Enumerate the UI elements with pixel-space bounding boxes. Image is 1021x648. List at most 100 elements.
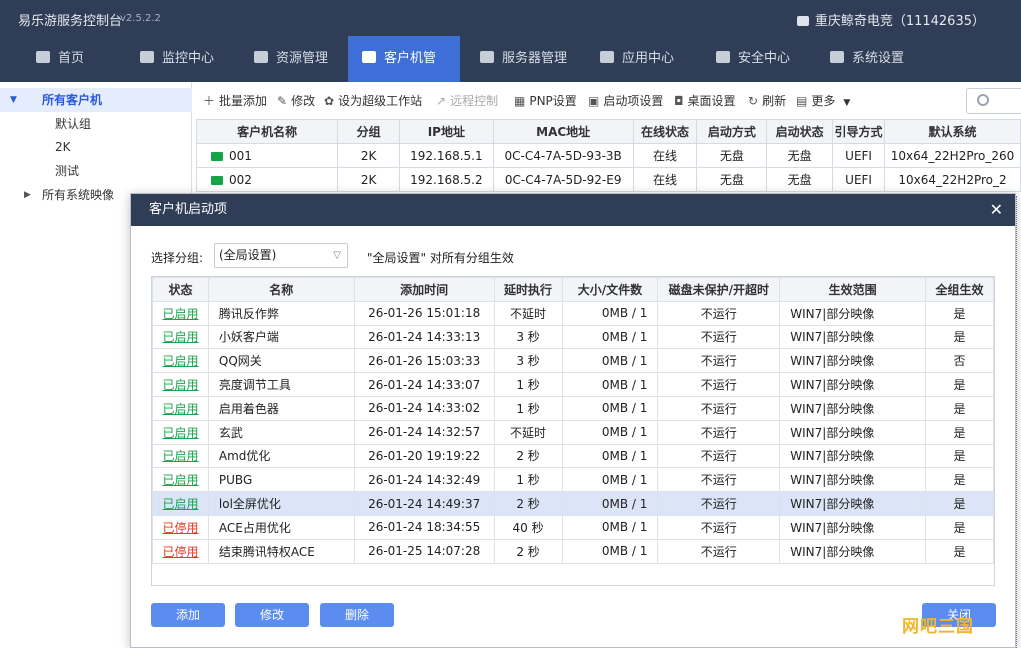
table-cell: 不运行 bbox=[657, 348, 781, 374]
modify-button[interactable]: 修改 bbox=[235, 603, 309, 627]
dialog-header: 客户机启动项 bbox=[131, 194, 1015, 226]
table-cell: 不运行 bbox=[657, 514, 781, 540]
startup-item-row[interactable]: 已启用 玄武 26-01-24 14:32:57 不延时 0MB / 1 不运行 WIN7|… bbox=[152, 419, 994, 445]
edit-button[interactable]: ✎ 修改 bbox=[277, 92, 315, 109]
tree-group-default[interactable]: 默认组 bbox=[0, 112, 192, 136]
table-cell: 3 秒 bbox=[493, 324, 563, 350]
tab-security[interactable]: 安全中心 bbox=[702, 36, 804, 82]
app-title: 易乐游服务控制台 bbox=[18, 14, 123, 29]
title-bar: 易乐游服务控制台 v2.5.2.2 重庆鲸奇电竞（11142635） bbox=[0, 0, 1021, 36]
table-cell: 不运行 bbox=[657, 324, 781, 350]
status-toggle-link[interactable]: 已启用 bbox=[162, 307, 198, 321]
status-toggle-link[interactable]: 已启用 bbox=[162, 497, 198, 511]
table-cell: 0MB / 1 bbox=[561, 419, 659, 445]
group-select[interactable]: (全局设置) ▽ bbox=[214, 243, 348, 268]
column-header[interactable]: 全组生效 bbox=[925, 277, 994, 302]
tab-home[interactable]: 首页 bbox=[22, 36, 98, 82]
startup-item-row[interactable]: 已启用 亮度调节工具 26-01-24 14:33:07 1 秒 0MB / 1 不运行 W… bbox=[152, 372, 994, 397]
table-row[interactable]: 002 2K 192.168.5.2 0C-C4-7A-5D-92-E9 在线 无盘 无盘 U… bbox=[195, 167, 1021, 192]
column-header[interactable]: 大小/文件数 bbox=[561, 277, 659, 302]
desktop-settings-button[interactable]: ◘ 桌面设置 bbox=[674, 92, 736, 109]
status-toggle-link[interactable]: 已停用 bbox=[162, 521, 198, 535]
table-cell: 0MB / 1 bbox=[561, 491, 659, 516]
refresh-button[interactable]: ↻ 刷新 bbox=[748, 92, 786, 109]
table-cell: ACE占用优化 bbox=[207, 514, 355, 540]
main-nav: 首页 监控中心 资源管理 客户机管理 服务器管理 应用中心 安全中心 系统设置 bbox=[0, 36, 1021, 112]
startup-item-row[interactable]: 已停用 ACE占用优化 26-01-24 18:34:55 40 秒 0MB / 1 不运… bbox=[152, 514, 994, 540]
startup-item-row[interactable]: 已启用 QQ网关 26-01-26 15:03:33 3 秒 0MB / 1 不运行 WIN… bbox=[152, 348, 994, 374]
status-toggle-link[interactable]: 已启用 bbox=[162, 330, 198, 344]
user-account[interactable]: 重庆鲸奇电竞（11142635） bbox=[796, 10, 985, 29]
table-cell: 不运行 bbox=[657, 419, 781, 445]
startup-item-row[interactable]: 已停用 结束腾讯特权ACE 26-01-25 14:07:28 2 秒 0MB / 1不… bbox=[152, 538, 994, 564]
table-row[interactable]: 001 2K 192.168.5.1 0C-C4-7A-5D-93-3B 在线 无盘 无盘 U… bbox=[195, 143, 1021, 168]
table-cell: 26-01-24 14:33:07 bbox=[353, 372, 495, 397]
tree-group-2k[interactable]: 2K bbox=[0, 135, 192, 159]
tree-all-clients[interactable]: ▼ 所有客户机 bbox=[0, 88, 192, 112]
column-header[interactable]: 添加时间 bbox=[353, 277, 495, 302]
status-toggle-link[interactable]: 已启用 bbox=[162, 449, 198, 463]
startup-item-row[interactable]: 已启用 启用着色器 26-01-24 14:33:02 1 秒 0MB / 1 不运行 WI… bbox=[152, 395, 994, 421]
table-cell: 是 bbox=[925, 419, 994, 445]
table-cell: 0C-C4-7A-5D-93-3B bbox=[492, 143, 634, 168]
set-super-workstation-button[interactable]: ✿ 设为超级工作站 bbox=[324, 92, 422, 109]
startup-item-row[interactable]: 已启用 lol全屏优化 26-01-24 14:49:37 2 秒 0MB / 1 不运行… bbox=[152, 491, 994, 516]
close-icon[interactable]: ✕ bbox=[990, 200, 1003, 219]
column-header[interactable]: MAC地址 bbox=[492, 119, 634, 144]
startup-item-row[interactable]: 已启用 腾讯反作弊 26-01-26 15:01:18 不延时 0MB / 1 不运行 WI… bbox=[152, 300, 994, 326]
column-header[interactable]: 分组 bbox=[337, 119, 400, 144]
status-cell: 已启用 bbox=[152, 467, 209, 493]
table-cell: 0MB / 1 bbox=[561, 443, 659, 469]
column-header[interactable]: 客户机名称 bbox=[195, 119, 339, 144]
column-header[interactable]: 磁盘未保护/开超时 bbox=[657, 277, 781, 302]
column-header[interactable]: 状态 bbox=[152, 277, 209, 302]
tab-server-management[interactable]: 服务器管理 bbox=[466, 36, 581, 82]
table-cell: 是 bbox=[925, 514, 994, 540]
column-header[interactable]: IP地址 bbox=[398, 119, 494, 144]
status-toggle-link[interactable]: 已启用 bbox=[162, 378, 198, 392]
column-header[interactable]: 在线状态 bbox=[632, 119, 698, 144]
status-toggle-link[interactable]: 已启用 bbox=[162, 354, 198, 368]
table-cell: 不延时 bbox=[493, 300, 563, 326]
tab-resources[interactable]: 资源管理 bbox=[240, 36, 342, 82]
table-cell: UEFI bbox=[832, 143, 886, 168]
table-cell: 10x64_22H2Pro_260 bbox=[884, 143, 1021, 168]
startup-item-row[interactable]: 已启用 小妖客户端 26-01-24 14:33:13 3 秒 0MB / 1 不运行 WI… bbox=[152, 324, 994, 350]
tab-client-management[interactable]: 客户机管理 bbox=[348, 36, 460, 112]
status-toggle-link[interactable]: 已启用 bbox=[162, 473, 198, 487]
tab-settings[interactable]: 系统设置 bbox=[816, 36, 918, 82]
tab-monitor[interactable]: 监控中心 bbox=[126, 36, 228, 82]
column-header[interactable]: 名称 bbox=[207, 277, 355, 302]
delete-button[interactable]: 删除 bbox=[320, 603, 394, 627]
add-button[interactable]: 添加 bbox=[151, 603, 225, 627]
expand-arrow-icon[interactable]: ▼ bbox=[10, 88, 17, 112]
collapse-arrow-icon[interactable]: ▶ bbox=[24, 183, 31, 207]
table-cell: 26-01-24 18:34:55 bbox=[353, 514, 495, 540]
column-header[interactable]: 启动方式 bbox=[696, 119, 768, 144]
search-box[interactable] bbox=[966, 88, 1021, 114]
tree-group-test[interactable]: 测试 bbox=[0, 159, 192, 183]
status-toggle-link[interactable]: 已启用 bbox=[162, 402, 198, 416]
status-toggle-link[interactable]: 已停用 bbox=[162, 545, 198, 559]
startup-item-row[interactable]: 已启用 PUBG 26-01-24 14:32:49 1 秒 0MB / 1 不运行 WIN… bbox=[152, 467, 994, 493]
gear-icon bbox=[830, 51, 844, 63]
batch-add-button[interactable]: ＋批量添加 bbox=[203, 92, 267, 109]
more-button[interactable]: ▤ 更多 ▼ bbox=[796, 92, 850, 109]
column-header[interactable]: 生效范围 bbox=[779, 277, 927, 302]
pnp-settings-button[interactable]: ▦ PNP设置 bbox=[514, 92, 577, 109]
table-cell: 是 bbox=[925, 443, 994, 469]
startup-item-row[interactable]: 已启用 Amd优化 26-01-20 19:19:22 2 秒 0MB / 1 不运行 WI… bbox=[152, 443, 994, 469]
status-toggle-link[interactable]: 已启用 bbox=[162, 426, 198, 440]
table-cell: 0MB / 1 bbox=[561, 538, 659, 564]
column-header[interactable]: 默认系统 bbox=[884, 119, 1021, 144]
startup-settings-button[interactable]: ▣ 启动项设置 bbox=[588, 92, 663, 109]
table-cell: 1 秒 bbox=[493, 467, 563, 493]
table-cell: 是 bbox=[925, 372, 994, 397]
computer-icon bbox=[211, 151, 223, 161]
gamepad-icon bbox=[254, 51, 268, 63]
column-header[interactable]: 延时执行 bbox=[493, 277, 563, 302]
column-header[interactable]: 启动状态 bbox=[766, 119, 834, 144]
column-header[interactable]: 引导方式 bbox=[832, 119, 886, 144]
remote-control-button[interactable]: ↗ 远程控制 bbox=[436, 92, 498, 109]
tab-app-center[interactable]: 应用中心 bbox=[586, 36, 688, 82]
